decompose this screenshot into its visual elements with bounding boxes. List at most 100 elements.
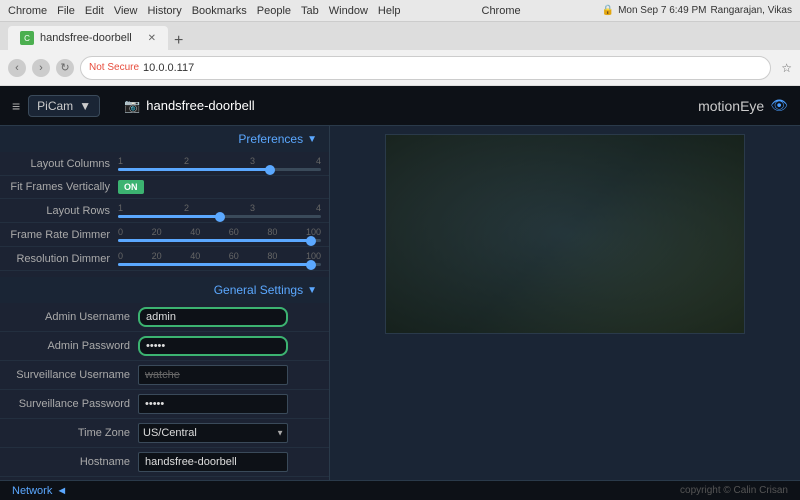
footer: Network ◄ copyright © Calin Crisan bbox=[0, 480, 800, 500]
left-panel: Preferences ▼ Layout Columns 1234 bbox=[0, 126, 330, 480]
camera-feed bbox=[385, 134, 745, 334]
layout-rows-row: Layout Rows 1234 bbox=[0, 199, 329, 223]
timezone-row: Time Zone US/Central bbox=[0, 419, 329, 448]
layout-columns-slider[interactable] bbox=[118, 168, 321, 171]
surveillance-password-row: Surveillance Password bbox=[0, 390, 329, 419]
general-settings-arrow: ▼ bbox=[307, 285, 317, 296]
surveillance-username-value bbox=[138, 365, 321, 385]
timezone-select-wrapper: US/Central bbox=[138, 423, 288, 443]
tab-bar: C handsfree-doorbell ✕ + bbox=[0, 22, 800, 50]
copyright: copyright © Calin Crisan bbox=[680, 485, 788, 496]
chrome-toolbar: ‹ › ↻ Not Secure 10.0.0.117 ☆ bbox=[0, 50, 800, 86]
window-menu[interactable]: Window bbox=[329, 5, 368, 17]
edit-menu[interactable]: Edit bbox=[85, 5, 104, 17]
app-container: ≡ PiCam ▼ 📷 handsfree-doorbell motionEye… bbox=[0, 86, 800, 500]
preferences-arrow: ▼ bbox=[307, 134, 317, 145]
network-arrow: ◄ bbox=[56, 485, 67, 497]
tab-label: handsfree-doorbell bbox=[40, 32, 132, 44]
eye-icon: 👁 bbox=[770, 97, 788, 114]
hostname-value bbox=[138, 452, 321, 472]
general-settings-header[interactable]: General Settings ▼ bbox=[0, 277, 329, 303]
content-area: Preferences ▼ Layout Columns 1234 bbox=[0, 126, 800, 480]
admin-username-input[interactable] bbox=[138, 307, 288, 327]
cam-name: 📷 handsfree-doorbell bbox=[124, 98, 255, 114]
tab-close-button[interactable]: ✕ bbox=[148, 33, 156, 44]
back-button[interactable]: ‹ bbox=[8, 59, 26, 77]
reload-button[interactable]: ↻ bbox=[56, 59, 74, 77]
tab-menu[interactable]: Tab bbox=[301, 5, 319, 17]
layout-columns-control: 1234 bbox=[118, 156, 321, 171]
admin-username-row: Admin Username bbox=[0, 303, 329, 332]
admin-password-input[interactable] bbox=[138, 336, 288, 356]
layout-columns-label: Layout Columns bbox=[8, 158, 118, 170]
frame-rate-marks: 020406080100 bbox=[118, 227, 321, 237]
surveillance-username-label: Surveillance Username bbox=[8, 369, 138, 381]
title-bar: Chrome File Edit View History Bookmarks … bbox=[0, 0, 800, 22]
resolution-label: Resolution Dimmer bbox=[8, 253, 118, 265]
window-title: Chrome bbox=[401, 5, 602, 17]
layout-rows-control: 1234 bbox=[118, 203, 321, 218]
logo-section: ≡ PiCam ▼ 📷 handsfree-doorbell bbox=[12, 95, 255, 117]
resolution-marks: 020406080100 bbox=[118, 251, 321, 261]
bookmark-icon[interactable]: ☆ bbox=[781, 61, 792, 75]
tab-favicon: C bbox=[20, 31, 34, 45]
brand-title: motionEye 👁 bbox=[698, 97, 788, 114]
frame-rate-row: Frame Rate Dimmer 020406080100 bbox=[0, 223, 329, 247]
cam-selector-arrow: ▼ bbox=[79, 99, 91, 113]
resolution-control: 020406080100 bbox=[118, 251, 321, 266]
fit-frames-label: Fit Frames Vertically bbox=[8, 181, 118, 193]
forward-button[interactable]: › bbox=[32, 59, 50, 77]
fit-frames-row: Fit Frames Vertically ON bbox=[0, 176, 329, 199]
timezone-label: Time Zone bbox=[8, 427, 138, 439]
hostname-row: Hostname bbox=[0, 448, 329, 477]
surveillance-password-value bbox=[138, 394, 321, 414]
fit-frames-toggle[interactable]: ON bbox=[118, 180, 144, 194]
surveillance-username-row: Surveillance Username bbox=[0, 361, 329, 390]
system-icons: 🔒 Mon Sep 7 6:49 PM Rangarajan, Vikas bbox=[602, 5, 792, 16]
hamburger-icon[interactable]: ≡ bbox=[12, 98, 20, 114]
fit-frames-control: ON bbox=[118, 180, 321, 194]
network-label: Network bbox=[12, 485, 52, 497]
admin-password-label: Admin Password bbox=[8, 340, 138, 352]
surveillance-password-label: Surveillance Password bbox=[8, 398, 138, 410]
file-menu[interactable]: File bbox=[57, 5, 75, 17]
surveillance-username-input[interactable] bbox=[138, 365, 288, 385]
admin-username-value bbox=[138, 307, 321, 327]
general-settings-title: General Settings bbox=[214, 283, 303, 297]
active-tab[interactable]: C handsfree-doorbell ✕ bbox=[8, 26, 168, 50]
admin-username-label: Admin Username bbox=[8, 311, 138, 323]
surveillance-password-input[interactable] bbox=[138, 394, 288, 414]
app-header: ≡ PiCam ▼ 📷 handsfree-doorbell motionEye… bbox=[0, 86, 800, 126]
preferences-header[interactable]: Preferences ▼ bbox=[0, 126, 329, 152]
preferences-title: Preferences bbox=[238, 132, 303, 146]
hostname-label: Hostname bbox=[8, 456, 138, 468]
right-panel bbox=[330, 126, 800, 480]
bookmarks-menu[interactable]: Bookmarks bbox=[192, 5, 247, 17]
frame-rate-label: Frame Rate Dimmer bbox=[8, 229, 118, 241]
people-menu[interactable]: People bbox=[257, 5, 291, 17]
resolution-slider[interactable] bbox=[118, 263, 321, 266]
help-menu[interactable]: Help bbox=[378, 5, 401, 17]
cam-selector-label: PiCam bbox=[37, 99, 73, 113]
slider-marks: 1234 bbox=[118, 156, 321, 166]
layout-rows-slider[interactable] bbox=[118, 215, 321, 218]
mac-menu: Chrome File Edit View History Bookmarks … bbox=[8, 5, 401, 17]
chrome-menu[interactable]: Chrome bbox=[8, 5, 47, 17]
view-menu[interactable]: View bbox=[114, 5, 138, 17]
cam-selector[interactable]: PiCam ▼ bbox=[28, 95, 100, 117]
security-warning: Not Secure bbox=[89, 62, 139, 73]
resolution-row: Resolution Dimmer 020406080100 bbox=[0, 247, 329, 271]
hostname-input[interactable] bbox=[138, 452, 288, 472]
camera-icon: 📷 bbox=[124, 98, 140, 114]
timezone-value: US/Central bbox=[138, 423, 321, 443]
address-bar[interactable]: Not Secure 10.0.0.117 bbox=[80, 56, 771, 80]
admin-password-row: Admin Password bbox=[0, 332, 329, 361]
network-nav[interactable]: Network ◄ bbox=[12, 485, 67, 497]
frame-rate-slider[interactable] bbox=[118, 239, 321, 242]
new-tab-button[interactable]: + bbox=[168, 32, 189, 50]
history-menu[interactable]: History bbox=[147, 5, 181, 17]
layout-columns-row: Layout Columns 1234 bbox=[0, 152, 329, 176]
timezone-select[interactable]: US/Central bbox=[138, 423, 288, 443]
url-display: 10.0.0.117 bbox=[143, 62, 194, 74]
layout-rows-label: Layout Rows bbox=[8, 205, 118, 217]
